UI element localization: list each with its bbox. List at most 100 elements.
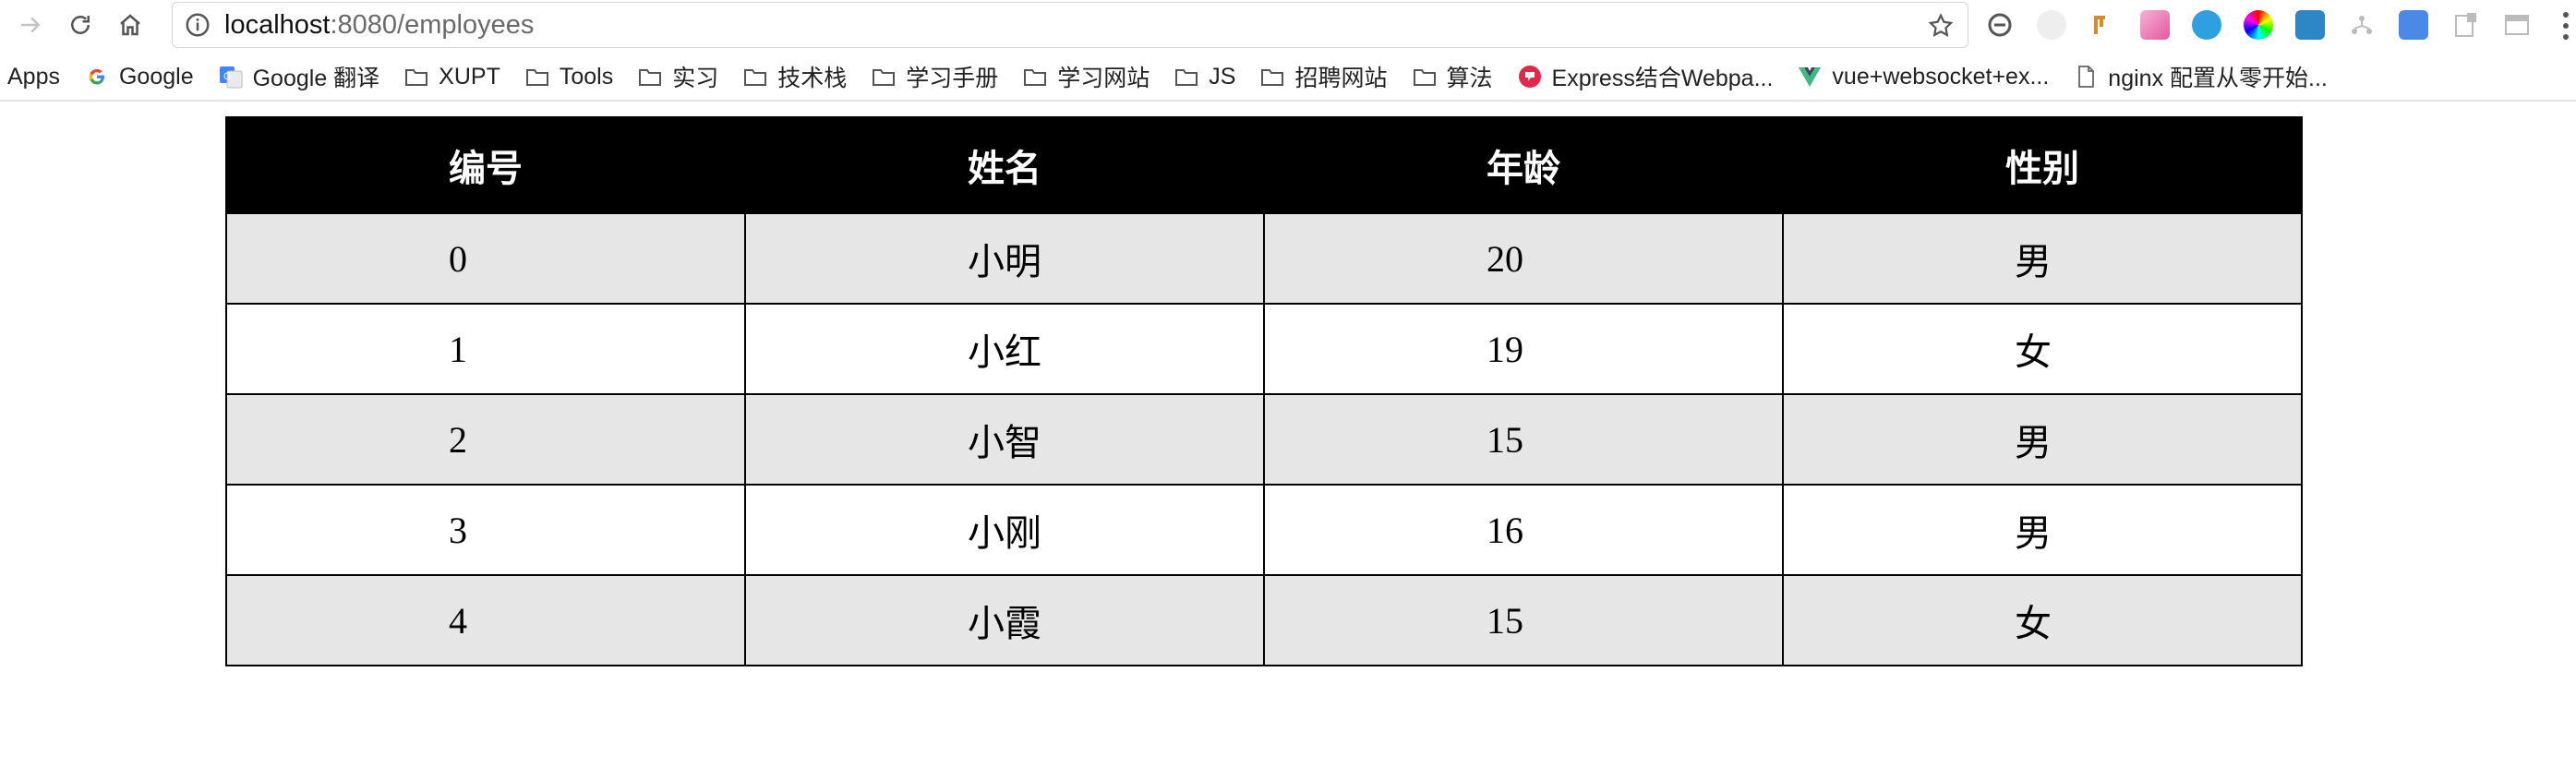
bookmark-folder-learning-sites[interactable]: 学习网站 [1022,60,1150,93]
cell-text: 小刚 [968,512,1041,554]
folder-icon [1261,69,1284,86]
cell-text: 小霞 [968,603,1041,644]
cell-name: 小明 [744,212,1265,305]
bookmark-vue-websocket[interactable]: vue+websocket+ex... [1797,64,2049,90]
bookmark-label: 算法 [1446,66,1493,91]
table-row: 3 小刚 16 男 [225,484,2303,576]
url-path: :8080/employees [330,9,535,40]
cell-age: 15 [1263,574,1784,666]
cell-age: 15 [1263,393,1784,486]
bookmark-label: 学习手册 [906,66,999,91]
table-row: 1 小红 19 女 [225,303,2303,395]
window-extension-icon[interactable] [2502,10,2532,40]
reload-button[interactable] [55,0,105,50]
folder-icon [405,69,428,86]
cell-age: 20 [1263,212,1784,305]
bookmark-label: JS [1209,63,1236,90]
bookmark-google-translate[interactable]: G Google 翻译 [218,60,380,93]
bookmark-label: 学习网站 [1057,66,1150,91]
network-extension-icon[interactable] [2347,10,2377,40]
bookmark-apps[interactable]: Apps [7,64,60,90]
cell-gender: 男 [1782,212,2303,305]
more-menu-icon[interactable] [2559,7,2572,44]
home-button[interactable] [105,0,155,50]
extensions-tray [1985,0,2554,50]
bookmark-nginx-config[interactable]: nginx 配置从零开始... [2073,60,2328,93]
page-icon [2078,66,2095,88]
bookmark-google[interactable]: Google [84,64,194,90]
home-icon [120,14,140,36]
google-g-icon [89,68,104,85]
arrow-right-icon [21,17,41,33]
vue-favicon-icon [1799,67,1822,87]
cell-text: 小智 [968,422,1041,463]
forward-button[interactable] [6,0,55,50]
bookmark-label: 实习 [672,66,719,91]
bookmark-folder-xupt[interactable]: XUPT [403,64,500,90]
translate-extension-icon[interactable] [2399,10,2428,40]
bookmark-folder-manuals[interactable]: 学习手册 [871,60,998,93]
table-row: 2 小智 15 男 [225,393,2303,486]
bookmark-folder-jobs[interactable]: 招聘网站 [1259,60,1388,93]
cell-text: 小明 [968,241,1041,282]
cell-name: 小红 [744,303,1265,395]
clipboard-extension-icon[interactable] [2450,10,2480,40]
cell-name: 小刚 [744,484,1265,576]
address-bar[interactable]: localhost:8080/employees [172,2,1968,48]
bookmark-folder-js[interactable]: JS [1174,64,1235,90]
url-text[interactable]: localhost:8080/employees [224,10,534,41]
cell-text: 19 [1487,328,1523,370]
cell-id: 1 [225,303,746,395]
color-picker-extension-icon[interactable] [2244,10,2273,40]
cell-id: 0 [225,212,746,305]
reload-icon [71,16,90,34]
folder-icon [525,69,548,86]
bookmark-label: 技术栈 [777,66,848,91]
cell-gender: 女 [1782,303,2303,395]
cell-text: 男 [2015,422,2052,463]
bookmark-label: Express结合Webpa... [1551,66,1774,91]
bookmark-express-webpack[interactable]: Express结合Webpa... [1517,60,1774,93]
cell-gender: 男 [1782,484,2303,576]
folder-icon [744,69,767,86]
toolbar-divider [0,100,2576,102]
table-header-row: 编号 姓名 年龄 性别 [225,116,2303,214]
cell-text: 小红 [968,331,1041,373]
sync-extension-icon[interactable] [1985,10,2015,40]
moon-extension-icon[interactable] [2037,10,2066,40]
google-translate-icon: G [219,66,243,89]
bookmark-label: Tools [559,63,614,90]
bookmark-folder-internship[interactable]: 实习 [637,60,718,93]
bookmark-label: nginx 配置从零开始... [2108,66,2328,91]
express-favicon-icon [1518,66,1541,88]
s-extension-icon[interactable] [2295,10,2325,40]
cell-text: 20 [1487,237,1523,280]
info-icon[interactable] [184,11,211,39]
vue-devtools-extension-icon[interactable] [2192,10,2221,40]
url-host: localhost [224,9,331,40]
bookmark-folder-tools[interactable]: Tools [524,64,613,90]
cell-gender: 男 [1782,393,2303,486]
bookmark-label: XUPT [439,63,500,90]
header-name: 姓名 [744,116,1265,214]
cell-age: 19 [1263,303,1784,395]
bookmark-folder-algorithms[interactable]: 算法 [1412,60,1493,93]
bookmark-star-icon[interactable] [1927,12,1955,40]
cell-text: 15 [1487,418,1523,461]
bookmark-label: Apps [7,63,60,90]
cell-gender: 女 [1782,574,2303,666]
cell-text: 0 [449,237,467,280]
bookmark-folder-tech-stack[interactable]: 技术栈 [742,60,847,93]
table-row: 0 小明 20 男 [225,212,2303,305]
gradient-extension-icon[interactable] [2140,10,2170,40]
bookmark-label: Google 翻译 [252,66,380,91]
cell-text: 1 [449,328,467,370]
bookmark-label: Google [118,63,194,90]
tag-extension-icon[interactable] [2088,10,2118,40]
cell-id: 4 [225,574,746,666]
cell-id: 3 [225,484,746,576]
browser-toolbar: localhost:8080/employees [0,0,2576,50]
cell-text: 15 [1487,599,1523,642]
cell-text: 4 [449,599,467,642]
cell-text: 16 [1487,509,1523,551]
